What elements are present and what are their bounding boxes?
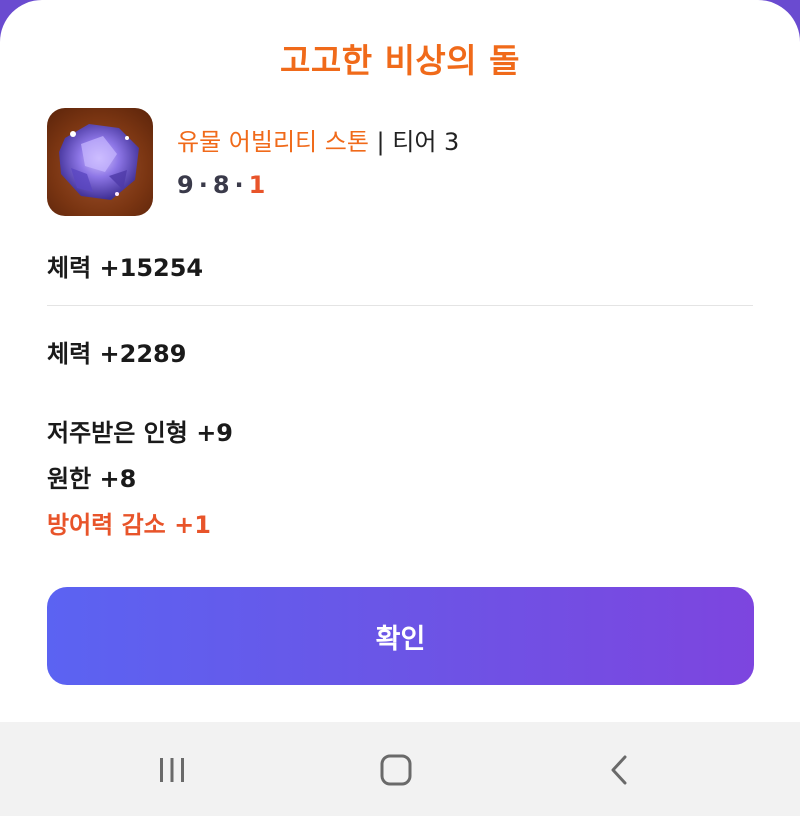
level-value-penalty: 1: [248, 171, 267, 199]
confirm-button[interactable]: 확인: [47, 587, 754, 685]
bonus-stat: 체력 +2289: [47, 340, 187, 368]
dialog-title: 고고한 비상의 돌: [280, 41, 520, 80]
engraving-line: 저주받은 인형 +9: [47, 419, 233, 447]
divider: [47, 305, 753, 306]
amethyst-stone-icon: [47, 108, 153, 216]
back-icon[interactable]: [590, 740, 650, 800]
level-value: 8: [212, 171, 231, 199]
recent-apps-icon[interactable]: [142, 740, 202, 800]
item-name: 유물 어빌리티 스톤: [177, 128, 369, 156]
dialog-sheet: 고고한 비상의 돌 유물 어빌리티 스톤 | 티어 3 9 · 8 · 1 체력…: [0, 0, 800, 722]
item-levels: 9 · 8 · 1: [177, 171, 266, 199]
screen: 고고한 비상의 돌 유물 어빌리티 스톤 | 티어 3 9 · 8 · 1 체력…: [0, 0, 800, 816]
system-navbar: [0, 722, 800, 816]
level-dot: ·: [234, 171, 245, 199]
base-stat: 체력 +15254: [47, 254, 204, 282]
item-separator: |: [368, 128, 393, 156]
penalty-line: 방어력 감소 +1: [47, 511, 211, 539]
level-dot: ·: [198, 171, 209, 199]
home-icon[interactable]: [366, 740, 426, 800]
engraving-line: 원한 +8: [47, 465, 137, 493]
level-value: 9: [177, 171, 195, 199]
item-title-line: 유물 어빌리티 스톤 | 티어 3: [177, 122, 459, 157]
item-tier: 티어 3: [392, 128, 460, 156]
